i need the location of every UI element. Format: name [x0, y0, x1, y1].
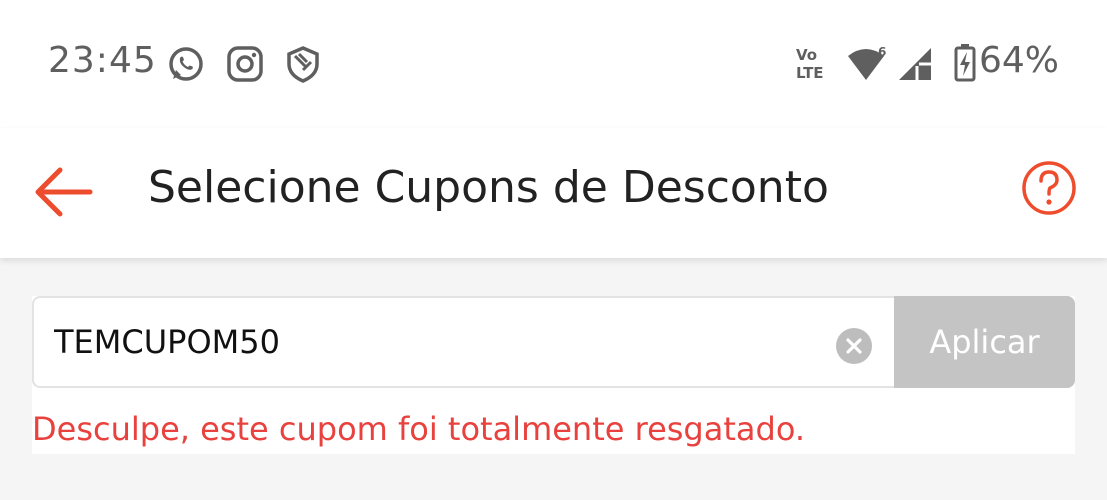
wifi-badge: 6 [878, 45, 886, 59]
back-button[interactable] [28, 156, 100, 228]
clear-icon [846, 338, 862, 354]
signal-icon [897, 44, 937, 84]
coupon-section: Aplicar Desculpe, este cupom foi totalme… [32, 296, 1075, 454]
help-circle-icon [1022, 161, 1076, 215]
battery-percent: 64% [978, 40, 1059, 81]
clear-input-button[interactable] [836, 328, 872, 364]
shield-icon [283, 44, 323, 84]
error-message: Desculpe, este cupom foi totalmente resg… [32, 410, 805, 448]
page-title: Selecione Cupons de Desconto [148, 162, 829, 213]
arrow-left-icon [35, 167, 93, 217]
status-time: 23:45 [48, 40, 157, 81]
apply-button[interactable]: Aplicar [894, 296, 1075, 388]
instagram-icon [225, 44, 265, 84]
wifi-icon: 6 [846, 44, 890, 84]
help-button[interactable] [1019, 158, 1079, 218]
volte-label-bottom: LTE [796, 64, 824, 82]
status-bar: 23:45 Vo LTE 6 64% [0, 0, 1107, 128]
volte-icon: Vo LTE [794, 44, 834, 84]
app-bar: Selecione Cupons de Desconto [0, 128, 1107, 258]
battery-charging-icon [952, 44, 978, 84]
coupon-code-input[interactable] [54, 312, 814, 372]
volte-label-top: Vo [796, 46, 817, 64]
coupon-input-box [32, 296, 894, 388]
whatsapp-icon [166, 44, 206, 84]
